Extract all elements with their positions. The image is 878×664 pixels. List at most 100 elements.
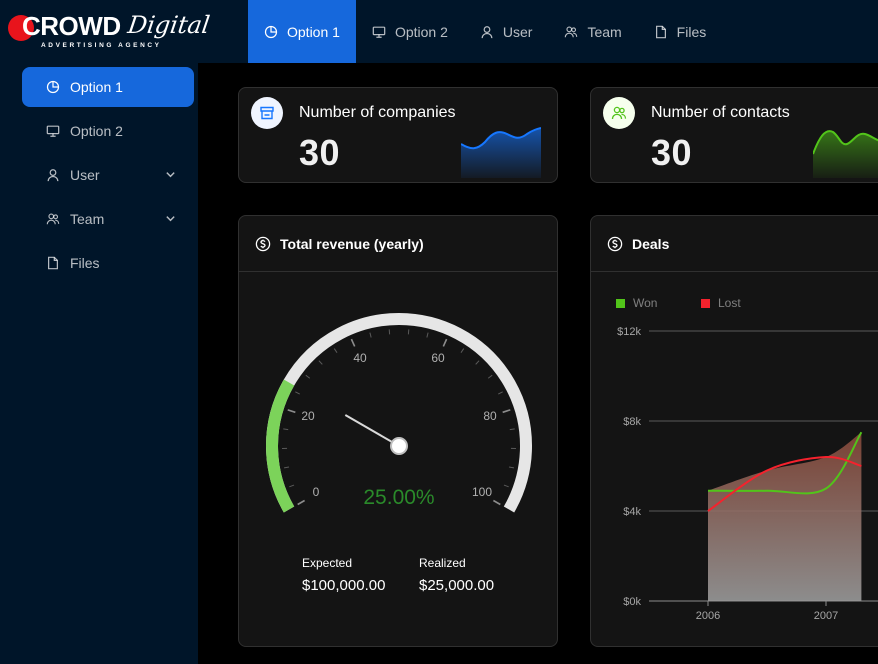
gauge-needle	[344, 414, 400, 447]
gauge-tick	[508, 466, 515, 469]
gauge-tick-label: 0	[313, 485, 320, 499]
card-title: Total revenue (yearly)	[280, 235, 424, 252]
legend-won[interactable]: Won	[616, 296, 657, 310]
sidebar-item-option-1[interactable]: Option 1	[22, 67, 194, 107]
sidebar-item-label: Option 1	[70, 79, 123, 95]
gauge-tick	[442, 338, 448, 347]
stat-card-companies: Number of companies 30	[238, 87, 558, 183]
y-tick-label: $4k	[623, 506, 641, 518]
team-icon	[611, 106, 627, 120]
gauge-tick	[333, 348, 338, 353]
gauge-tick	[502, 409, 511, 414]
x-tick-label: 2007	[814, 610, 838, 622]
gauge-tick	[487, 374, 493, 379]
file-icon	[48, 256, 58, 270]
top-navigation: Option 1 Option 2 User Team Files	[248, 0, 722, 63]
gauge-tick-labels: 0 20 40 60 80 100	[301, 351, 497, 499]
topnav-option-2[interactable]: Option 2	[356, 0, 464, 63]
topnav-label: Team	[587, 23, 622, 40]
stat-icon-circle	[603, 97, 635, 129]
gauge-percent: 25.00%	[363, 486, 434, 509]
stat-value: 30	[651, 132, 693, 173]
gauge-tick	[475, 360, 480, 365]
sidebar-item-label: User	[70, 167, 100, 183]
topnav-team[interactable]: Team	[548, 0, 637, 63]
sidebar-item-user[interactable]: User	[22, 155, 194, 195]
brand-logo[interactable]: CROWD Digital ADVERTISING AGENCY	[0, 0, 248, 63]
gauge-tick	[369, 332, 372, 338]
x-tick-label: 2006	[696, 610, 720, 622]
contacts-sparkline	[813, 130, 878, 178]
logo-script: Digital	[126, 11, 212, 39]
sidebar: Option 1 Option 2 User Team Files	[0, 63, 198, 664]
expected-value: $100,000.00	[302, 577, 386, 594]
desktop-icon	[372, 26, 386, 38]
gauge-tick-label: 100	[472, 485, 492, 499]
gauge-tick	[318, 360, 323, 365]
card-header: Total revenue (yearly)	[239, 216, 557, 272]
stat-title: Number of contacts	[651, 104, 790, 121]
desktop-icon	[46, 125, 60, 137]
sidebar-item-label: Option 2	[70, 123, 123, 139]
gauge-tick	[305, 374, 311, 379]
file-icon	[655, 25, 666, 38]
chevron-down-icon[interactable]	[165, 169, 176, 180]
deals-chart: $12k $8k $4k $0k 2006 2007	[617, 326, 878, 622]
companies-sparkline	[461, 127, 541, 178]
team-icon	[565, 26, 578, 37]
realized-value: $25,000.00	[419, 577, 495, 594]
stat-title: Number of companies	[299, 104, 456, 121]
gauge-tick	[426, 332, 429, 338]
gauge-tick-label: 20	[301, 409, 315, 423]
topnav-files[interactable]: Files	[638, 0, 723, 63]
legend-swatch	[616, 298, 625, 308]
gauge-tick-label: 60	[431, 351, 445, 365]
gauge-tick	[503, 484, 509, 488]
card-header: Deals	[591, 216, 878, 272]
gauge-tick-label: 80	[483, 409, 497, 423]
team-icon	[46, 213, 60, 225]
gauge-tick	[350, 338, 356, 347]
legend-swatch	[701, 298, 710, 308]
user-icon	[47, 169, 59, 182]
gauge-tick	[509, 428, 515, 431]
logo-text: CROWD	[22, 11, 121, 41]
topnav-user[interactable]: User	[464, 0, 549, 63]
gauge-tick	[460, 348, 465, 353]
topnav-label: Files	[676, 23, 707, 40]
gauge-tick	[498, 391, 503, 395]
legend-label: Won	[633, 296, 658, 310]
topnav-label: User	[502, 23, 533, 40]
stat-value: 30	[299, 132, 341, 173]
gauge-tick	[492, 499, 501, 506]
expected-label: Expected	[302, 556, 353, 570]
gauge-tick-label: 40	[353, 351, 367, 365]
sidebar-item-option-2[interactable]: Option 2	[22, 111, 194, 151]
gauge-fill	[266, 379, 295, 513]
gauge-tick	[283, 428, 289, 431]
sidebar-item-files[interactable]: Files	[22, 243, 194, 283]
logo-tagline: ADVERTISING AGENCY	[41, 42, 162, 49]
gauge-tick	[289, 484, 295, 488]
pie-chart-icon	[264, 25, 278, 38]
gauge-tick	[283, 466, 290, 469]
legend-lost[interactable]: Lost	[701, 296, 741, 310]
top-header: CROWD Digital ADVERTISING AGENCY Option …	[0, 0, 878, 63]
gauge-tick	[297, 499, 306, 506]
sidebar-item-team[interactable]: Team	[22, 199, 194, 239]
stat-icon-circle	[251, 97, 283, 129]
topnav-option-1[interactable]: Option 1	[248, 0, 356, 63]
deals-card: Deals Won Lost $12k $8k $4k $0k 2006 2007	[590, 215, 878, 647]
legend-label: Lost	[718, 296, 741, 310]
dollar-circle-icon	[607, 236, 623, 251]
y-tick-label: $12k	[617, 326, 641, 338]
realized-label: Realized	[419, 556, 466, 570]
gauge-tick	[287, 409, 296, 414]
sidebar-item-label: Files	[70, 255, 100, 271]
y-tick-label: $8k	[623, 416, 641, 428]
revenue-gauge: 0 20 40 60 80 100 25.00%	[266, 313, 532, 513]
card-title: Deals	[632, 235, 670, 252]
chevron-down-icon[interactable]	[165, 213, 176, 224]
pie-chart-icon	[46, 80, 60, 94]
shop-icon	[260, 106, 274, 120]
